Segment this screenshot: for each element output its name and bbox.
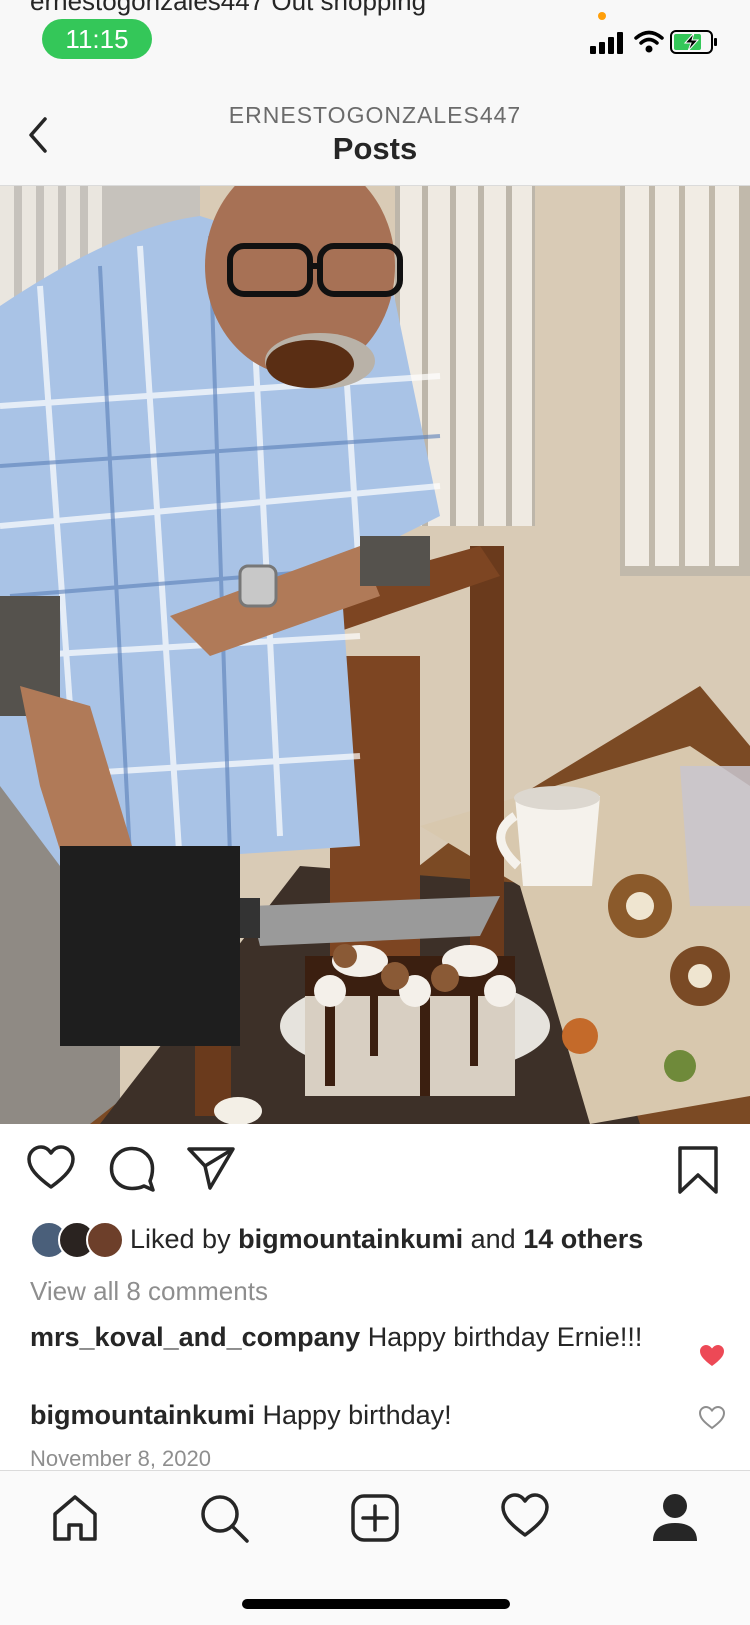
avatar: [86, 1221, 124, 1259]
likes-text: Liked by bigmountainkumi and 14 others: [130, 1224, 643, 1255]
likes-prefix: Liked by: [130, 1223, 231, 1254]
comment: bigmountainkumi Happy birthday!: [30, 1398, 670, 1432]
bookmark-icon[interactable]: [676, 1145, 720, 1195]
comment-username[interactable]: mrs_koval_and_company: [30, 1322, 360, 1352]
heart-filled-icon[interactable]: [699, 1344, 725, 1368]
comment-text: Happy birthday Ernie!!!: [367, 1322, 643, 1352]
wifi-icon: [634, 30, 664, 53]
clipped-notification-text: ernestogonzales447 Out shopping: [30, 0, 427, 16]
comment-bubble-icon[interactable]: [108, 1145, 156, 1193]
cellular-signal-icon: [590, 32, 623, 54]
header-username: ERNESTOGONZALES447: [228, 102, 522, 128]
view-all-comments-link[interactable]: View all 8 comments: [30, 1276, 268, 1307]
post-date: November 8, 2020: [30, 1446, 211, 1471]
likes-others[interactable]: 14 others: [523, 1224, 643, 1254]
new-post-icon[interactable]: [350, 1493, 400, 1543]
battery-charging-icon: [670, 30, 717, 54]
home-indicator[interactable]: [242, 1599, 510, 1609]
status-time[interactable]: 11:15: [42, 19, 152, 59]
heart-outline-small-icon[interactable]: [699, 1406, 725, 1430]
heart-outline-icon[interactable]: [26, 1145, 76, 1191]
likes-and: and: [470, 1223, 516, 1254]
liker-username[interactable]: bigmountainkumi: [238, 1224, 463, 1254]
profile-icon[interactable]: [651, 1493, 699, 1543]
liker-avatars: [30, 1221, 124, 1259]
activity-heart-icon[interactable]: [500, 1493, 550, 1539]
paper-plane-icon[interactable]: [186, 1145, 236, 1191]
post-photo[interactable]: [0, 186, 750, 1124]
comment: mrs_koval_and_company Happy birthday Ern…: [30, 1320, 670, 1354]
posts-header: ERNESTOGONZALES447 Posts: [0, 80, 750, 186]
comment-text: Happy birthday!: [262, 1400, 452, 1430]
status-bar: ernestogonzales447 Out shopping 11:15: [0, 0, 750, 80]
search-icon[interactable]: [199, 1493, 251, 1545]
home-icon[interactable]: [50, 1493, 100, 1543]
privacy-indicator-dot: [598, 12, 606, 20]
bottom-tab-bar: [0, 1470, 750, 1625]
comment-username[interactable]: bigmountainkumi: [30, 1400, 255, 1430]
post-image: [0, 186, 750, 1124]
page-title: Posts: [332, 131, 418, 166]
likes-summary[interactable]: Liked by bigmountainkumi and 14 others: [30, 1221, 643, 1259]
